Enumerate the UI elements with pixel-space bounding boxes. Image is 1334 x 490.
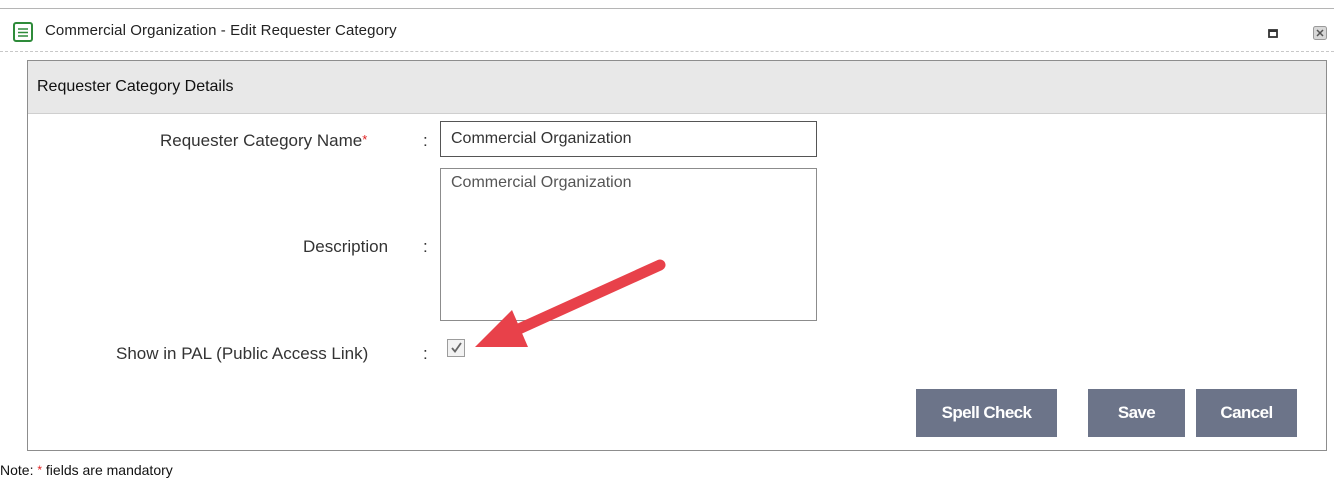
show-in-pal-checkbox[interactable]: [447, 339, 465, 357]
panel-header: Requester Category Details: [28, 61, 1326, 114]
form-icon: [13, 22, 33, 42]
category-name-input[interactable]: [440, 121, 817, 157]
category-name-label: Requester Category Name*: [160, 131, 368, 150]
top-edge: [0, 0, 1334, 9]
show-in-pal-label: Show in PAL (Public Access Link): [116, 344, 369, 363]
checkmark-icon: [451, 342, 462, 353]
required-star: *: [37, 463, 43, 477]
save-button[interactable]: Save: [1088, 389, 1185, 437]
colon: :: [423, 344, 428, 363]
required-star: *: [362, 132, 368, 147]
window-title-bar: Commercial Organization - Edit Requester…: [0, 10, 1334, 52]
red-arrow-annotation: [475, 259, 666, 347]
maximize-icon[interactable]: [1266, 26, 1280, 40]
cancel-button[interactable]: Cancel: [1196, 389, 1297, 437]
close-icon[interactable]: [1313, 26, 1327, 40]
note-prefix: Note:: [0, 462, 34, 478]
mandatory-note: Note: * fields are mandatory: [0, 462, 173, 478]
note-text: fields are mandatory: [45, 462, 173, 478]
spell-check-button[interactable]: Spell Check: [916, 389, 1057, 437]
colon: :: [423, 237, 428, 256]
description-label: Description: [303, 237, 389, 256]
colon: :: [423, 131, 428, 150]
panel-title: Requester Category Details: [37, 78, 234, 95]
window-title: Commercial Organization - Edit Requester…: [45, 22, 397, 39]
